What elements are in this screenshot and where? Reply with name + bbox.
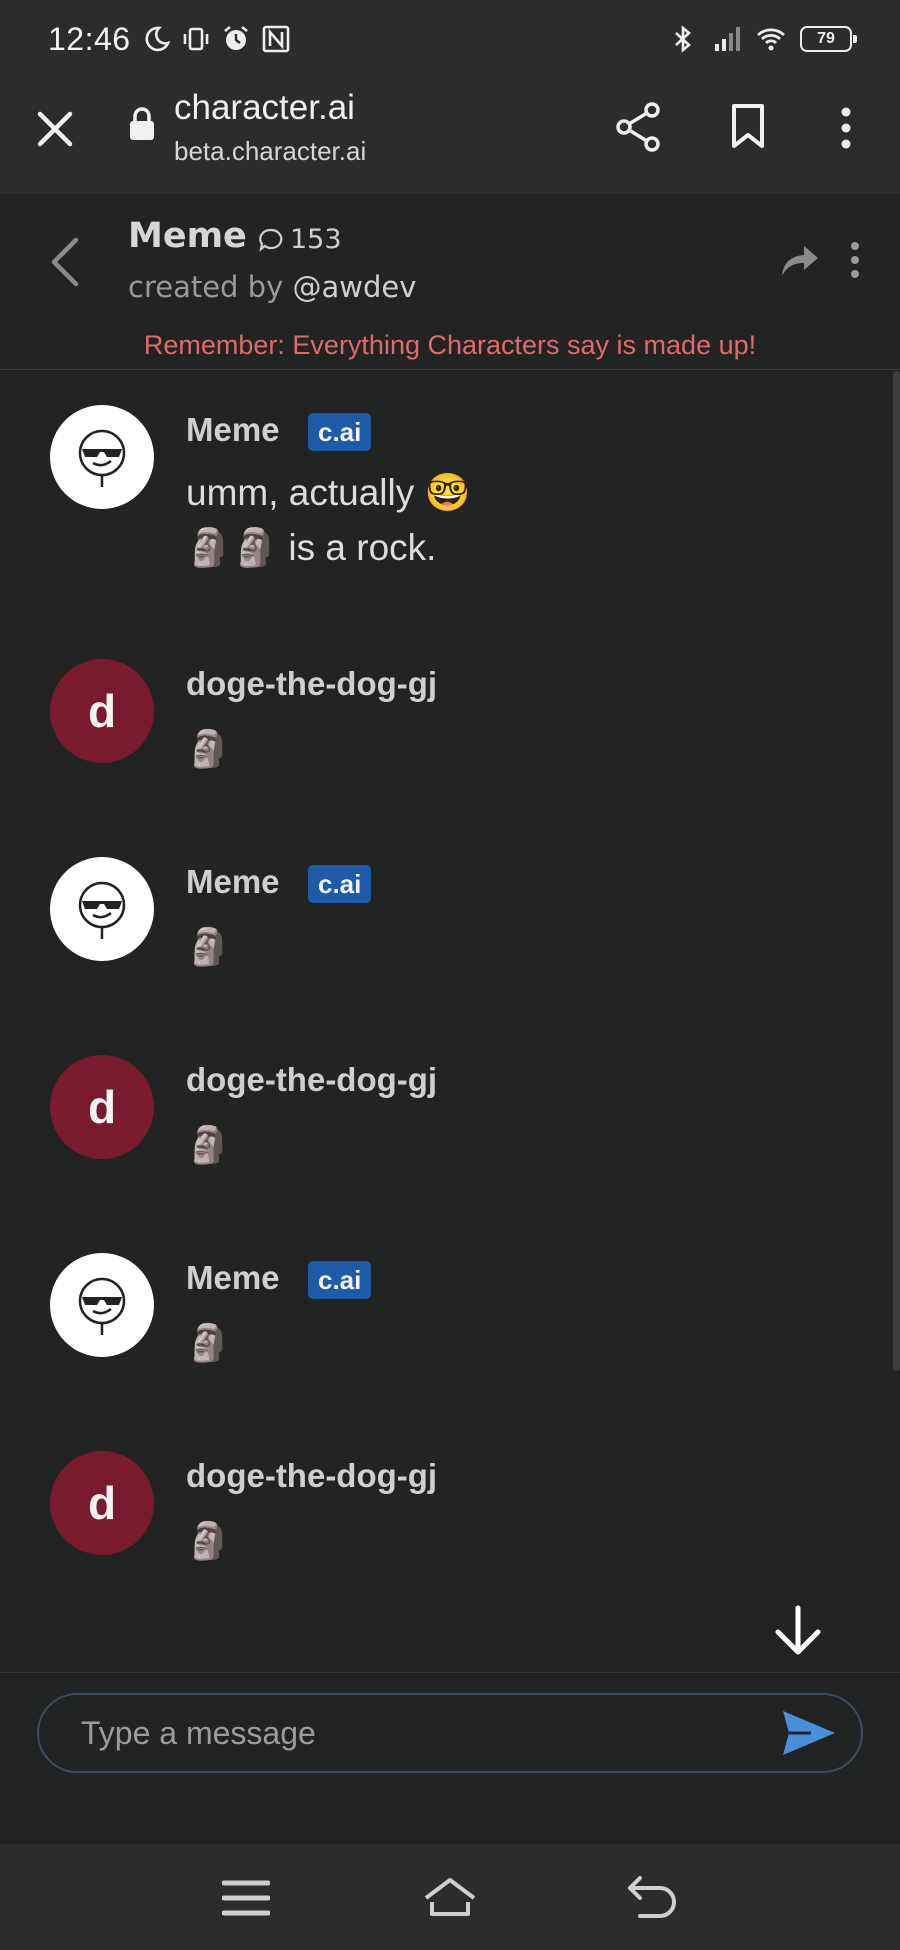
send-icon[interactable] [781,1709,837,1757]
url-text[interactable]: beta.character.ai [174,136,366,167]
browser-toolbar: character.ai beta.character.ai [0,78,900,194]
chat-count: 153 [258,224,342,255]
sender-name[interactable]: doge-the-dog-gj [186,1457,437,1495]
avatar[interactable] [50,857,154,961]
chat-more-icon[interactable] [845,240,865,280]
character-name[interactable]: Meme [128,216,247,256]
back-icon[interactable] [626,1874,678,1918]
cai-badge: c.ai [308,865,372,903]
chat-header: Meme 153 created by @awdev Remember: Eve… [0,194,900,370]
more-vert-icon[interactable] [836,104,856,152]
avatar[interactable]: d [50,659,154,763]
status-time: 12:46 [48,20,131,57]
message-text: 🗿 [186,728,231,769]
moon-icon [145,26,170,52]
vibrate-icon [183,27,208,51]
message-line: umm, actually 🤓 [186,472,471,513]
message: Meme c.ai 🗿 [0,1219,880,1415]
bluetooth-icon [675,25,691,53]
message-text: umm, actually 🤓 🗿🗿 is a rock. [186,465,471,575]
created-by-prefix: created by [128,270,293,304]
sender-name[interactable]: doge-the-dog-gj [186,1061,437,1099]
bookmark-icon[interactable] [730,102,766,150]
menu-icon[interactable] [222,1878,270,1918]
chat-count-value: 153 [290,224,342,255]
cai-badge: c.ai [308,1261,372,1299]
message: d doge-the-dog-gj 🗿 [0,1021,880,1217]
message-text: 🗿 [186,1322,231,1363]
close-icon[interactable] [34,108,76,150]
message-line: 🗿🗿 is a rock. [186,527,437,568]
status-bar: 12:46 79 [0,0,900,78]
nfc-icon [262,25,289,53]
message-composer [37,1693,863,1773]
message-text: 🗿 [186,1520,231,1561]
page-title[interactable]: character.ai [174,88,355,128]
sender-name[interactable]: doge-the-dog-gj [186,665,437,703]
composer-area [0,1672,900,1844]
arrow-down-icon[interactable] [772,1604,824,1658]
sender-name[interactable]: Meme [186,863,280,901]
chat-bubble-icon [259,228,283,252]
avatar[interactable] [50,405,154,509]
meme-face-icon [78,881,126,939]
meme-face-icon [78,1277,126,1335]
share-icon[interactable] [615,102,661,152]
sender-name[interactable]: Meme [186,1259,280,1297]
status-left: 12:46 [48,21,291,58]
avatar[interactable] [50,1253,154,1357]
wifi-icon [757,28,785,51]
message: Meme c.ai umm, actually 🤓 🗿🗿 is a rock. [0,371,880,621]
lock-icon [130,107,154,140]
home-icon[interactable] [422,1876,478,1918]
message-text: 🗿 [186,926,231,967]
sender-name[interactable]: Meme [186,411,280,449]
meme-face-icon [78,429,126,487]
message-list[interactable]: Meme c.ai umm, actually 🤓 🗿🗿 is a rock. … [0,371,900,1671]
chevron-left-icon[interactable] [46,234,82,290]
system-nav-bar [0,1844,900,1950]
cai-badge: c.ai [308,413,372,451]
message-input[interactable] [79,1695,779,1771]
creator-link[interactable]: @awdev [292,270,416,304]
avatar[interactable]: d [50,1451,154,1555]
created-by: created by @awdev [128,270,416,304]
disclaimer-text: Remember: Everything Characters say is m… [143,330,757,360]
message: d doge-the-dog-gj 🗿 [0,1417,880,1613]
battery-level: 79 [817,30,835,47]
signal-icon [715,27,740,51]
alarm-icon [223,25,248,50]
message: Meme c.ai 🗿 [0,823,880,1019]
share-forward-icon[interactable] [780,244,820,278]
scrollbar-thumb[interactable] [893,371,900,1371]
status-right: 79 [668,24,857,54]
message: d doge-the-dog-gj 🗿 [0,625,880,821]
avatar[interactable]: d [50,1055,154,1159]
message-text: 🗿 [186,1124,231,1165]
battery-icon: 79 [800,26,857,52]
scrollbar[interactable] [892,371,900,1371]
